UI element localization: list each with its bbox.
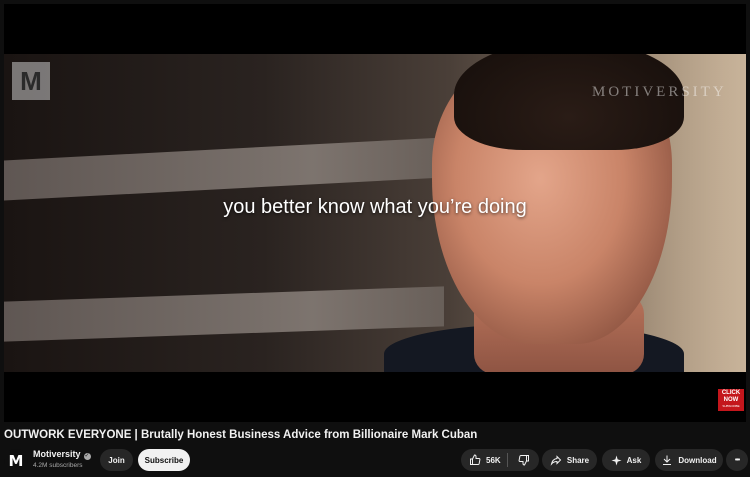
channel-row: M Motiversity ✓ 4.2M subscribers Join Sub… bbox=[4, 447, 748, 475]
subscribe-button[interactable]: Subscribe bbox=[138, 449, 190, 471]
subscriber-count: 4.2M subscribers bbox=[33, 462, 83, 469]
join-button[interactable]: Join bbox=[100, 449, 133, 471]
click-now-label: CLICK NOW bbox=[721, 390, 741, 403]
share-label: Share bbox=[566, 455, 590, 465]
brand-watermark: MOTIVERSITY bbox=[592, 84, 727, 100]
subscribe-overlay-button[interactable]: CLICK NOW SUBSCRIBE bbox=[718, 389, 744, 411]
more-icon: ••• bbox=[734, 456, 740, 464]
more-actions-button[interactable]: ••• bbox=[726, 449, 748, 471]
dislike-button[interactable] bbox=[508, 449, 539, 471]
verified-icon: ✓ bbox=[83, 453, 91, 460]
background-wall bbox=[4, 286, 444, 342]
video-title: OUTWORK EVERYONE | Brutally Honest Busin… bbox=[4, 429, 478, 441]
like-count: 56K bbox=[486, 455, 501, 465]
channel-name-link[interactable]: Motiversity ✓ bbox=[33, 449, 91, 460]
channel-name: Motiversity bbox=[33, 449, 81, 459]
thumbs-down-icon bbox=[518, 455, 529, 466]
ask-button[interactable]: Ask bbox=[602, 449, 650, 471]
download-label: Download bbox=[678, 455, 717, 465]
video-player[interactable]: M MOTIVERSITY you better know what you’r… bbox=[4, 4, 746, 422]
like-button[interactable]: 56K bbox=[461, 449, 507, 471]
video-caption: you better know what you’re doing bbox=[223, 196, 527, 218]
click-now-sublabel: SUBSCRIBE bbox=[722, 404, 740, 408]
download-icon bbox=[663, 455, 672, 465]
sparkle-icon bbox=[611, 454, 622, 466]
share-button[interactable]: Share bbox=[542, 449, 597, 471]
like-dislike-group: 56K bbox=[461, 449, 539, 471]
share-icon bbox=[550, 455, 562, 466]
background-wall bbox=[4, 137, 444, 201]
person-hair bbox=[454, 54, 684, 150]
thumbs-up-icon bbox=[470, 454, 481, 465]
avatar[interactable]: M bbox=[4, 449, 28, 473]
channel-logo-watermark: M bbox=[12, 62, 50, 100]
download-button[interactable]: Download bbox=[655, 449, 723, 471]
ask-label: Ask bbox=[626, 455, 642, 465]
